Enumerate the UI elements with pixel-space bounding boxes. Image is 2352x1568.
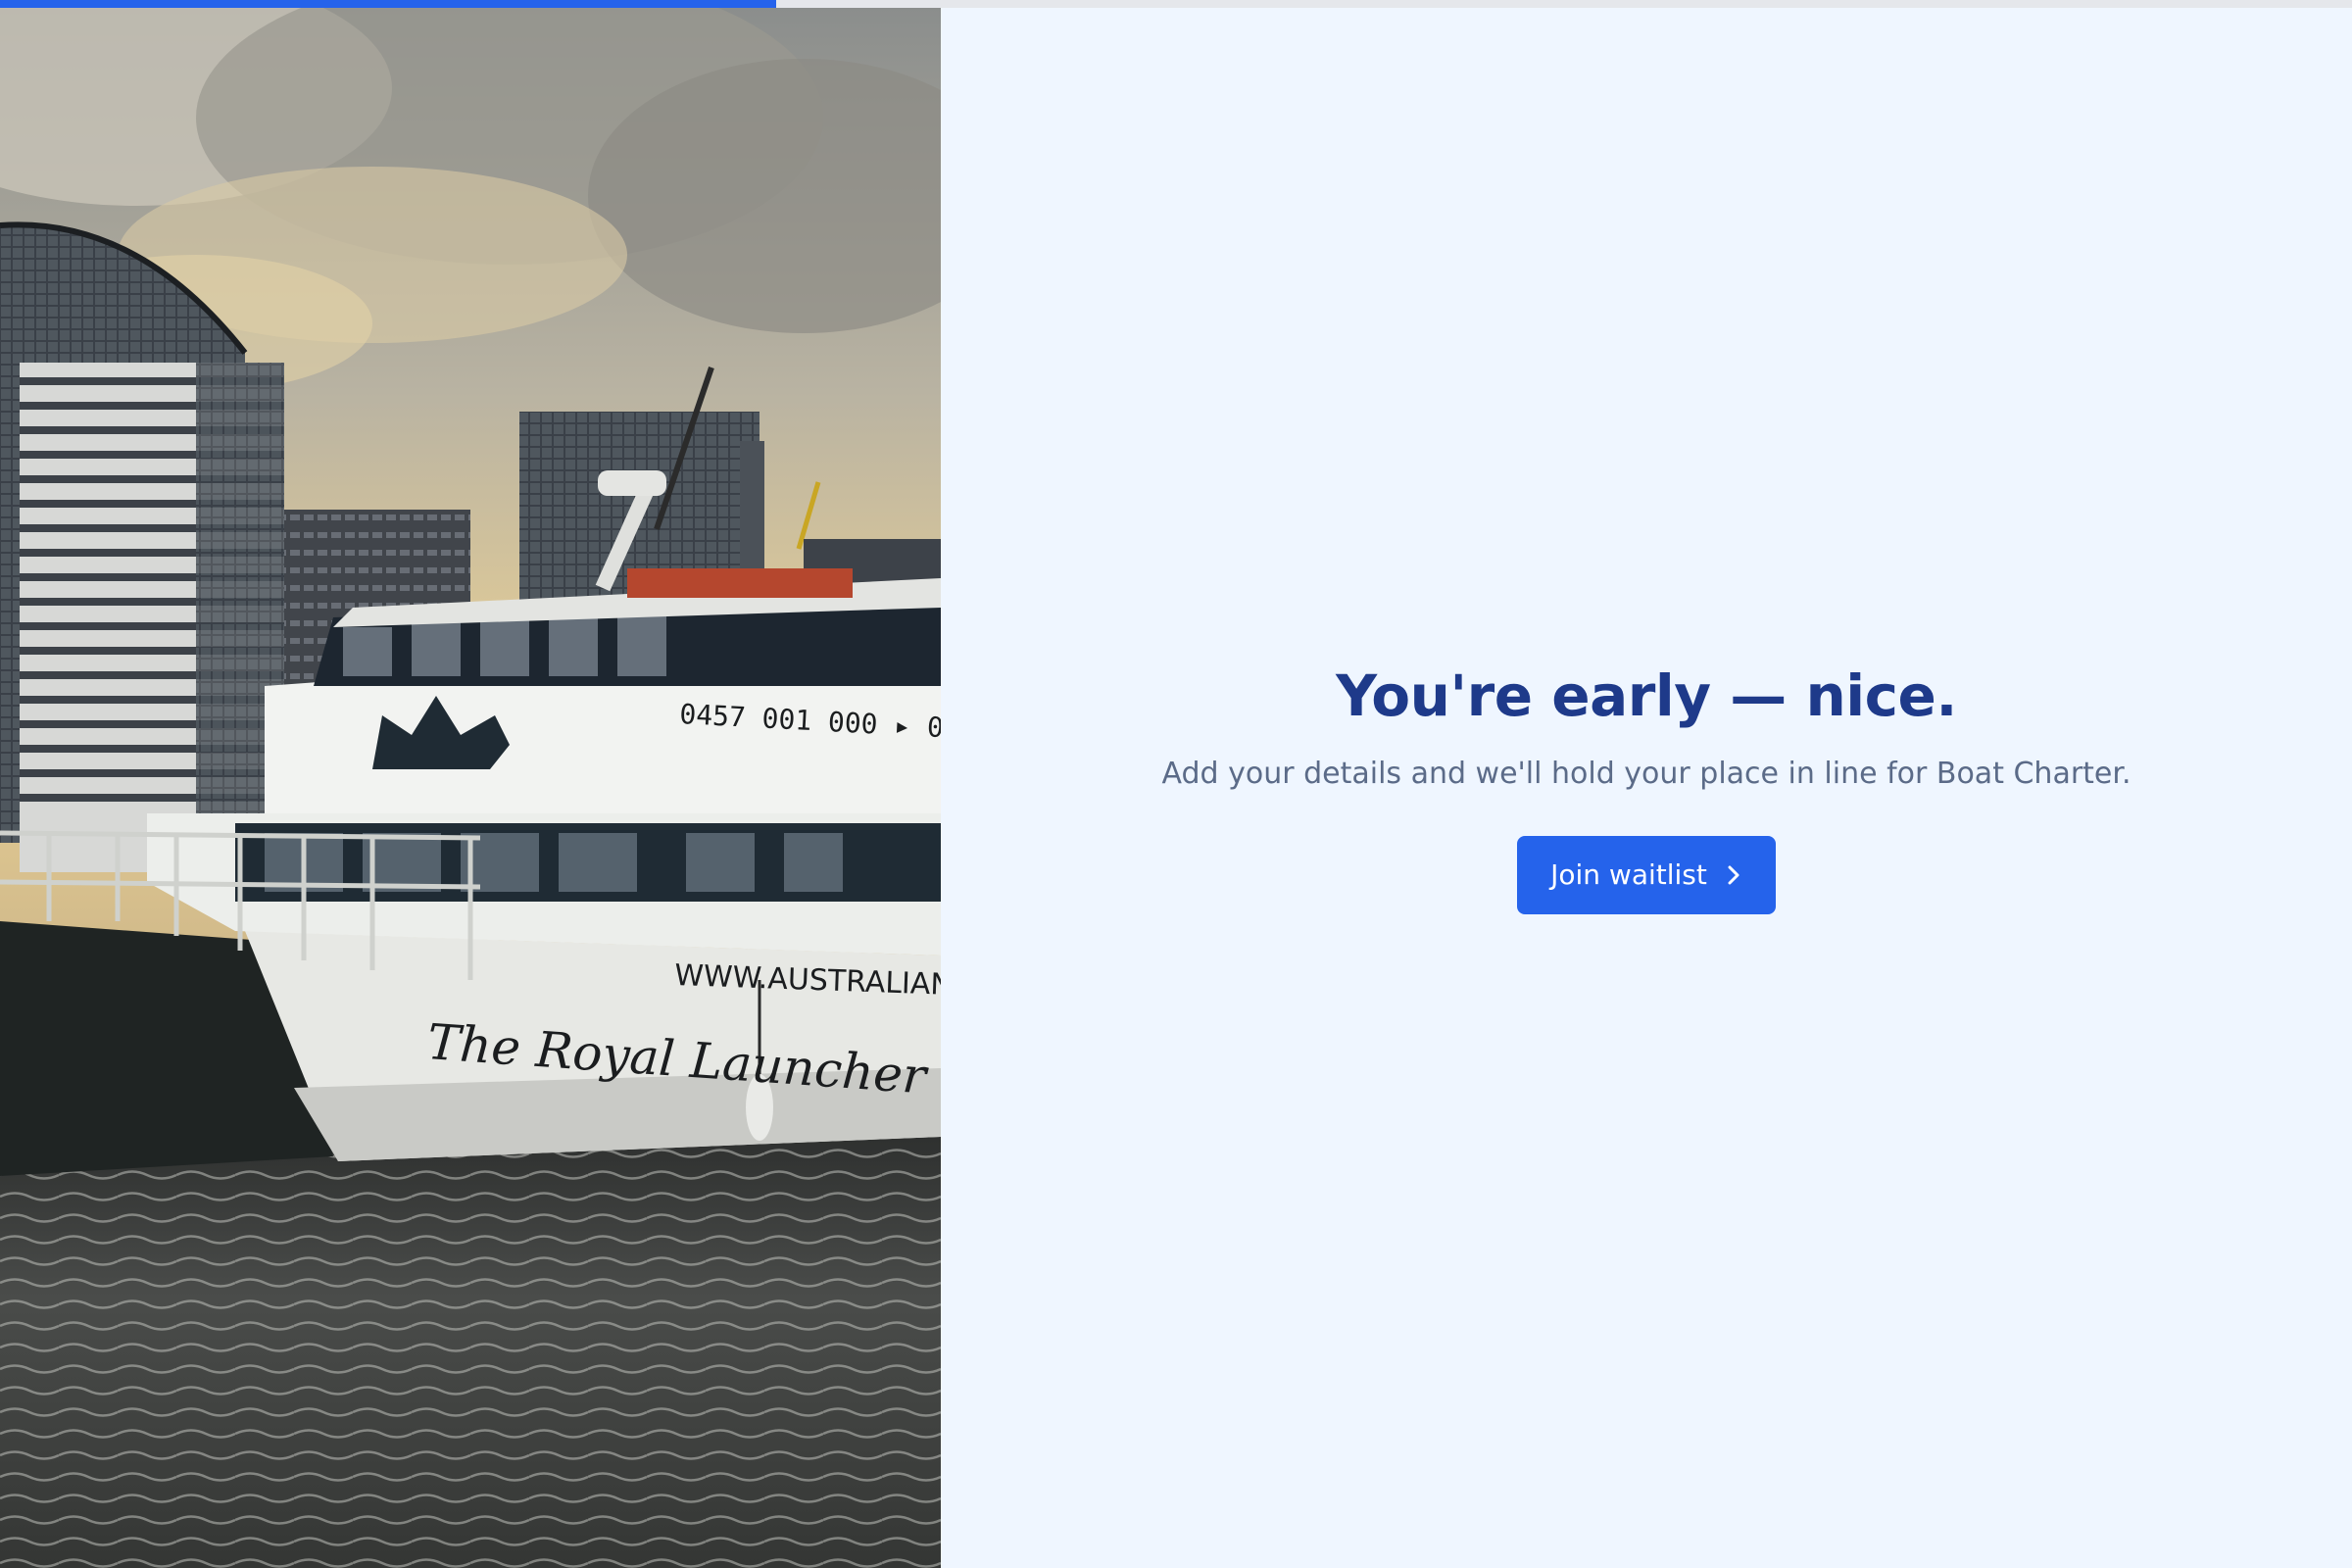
hero-image: 0457 001 000 ▸ 0419 883 334 WWW.AUSTRALI… [0, 0, 941, 1568]
page-subtitle: Add your details and we'll hold your pla… [1161, 756, 2132, 791]
chevron-right-icon [1725, 863, 1742, 887]
page-title: You're early — nice. [1336, 662, 1957, 729]
waitlist-panel: You're early — nice. Add your details an… [1161, 662, 2132, 914]
join-waitlist-button[interactable]: Join waitlist [1517, 835, 1776, 914]
join-waitlist-label: Join waitlist [1550, 858, 1707, 891]
progress-fill [0, 0, 776, 8]
main-content: You're early — nice. Add your details an… [941, 0, 2352, 1568]
progress-bar [0, 0, 2352, 8]
